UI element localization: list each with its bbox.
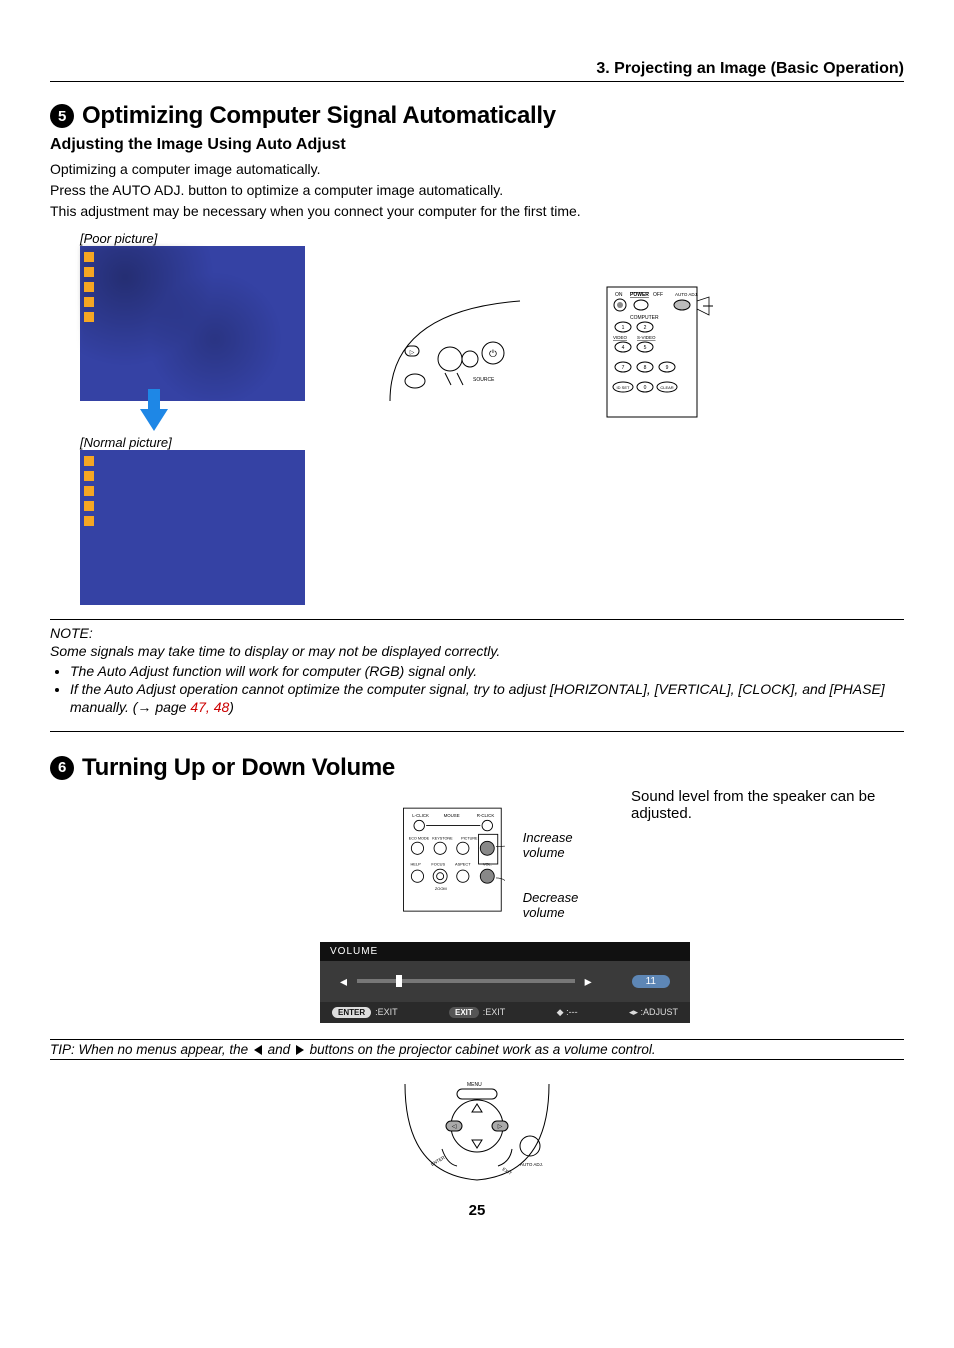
section-5-subheading: Adjusting the Image Using Auto Adjust: [50, 136, 904, 154]
svg-text:1: 1: [622, 325, 625, 331]
svg-text:◁: ◁: [452, 1124, 457, 1130]
volume-title: VOLUME: [320, 942, 690, 961]
note-bullet-2: If the Auto Adjust operation cannot opti…: [70, 680, 904, 716]
normal-picture: [80, 450, 305, 605]
svg-text:R-CLICK: R-CLICK: [477, 812, 495, 817]
page-number: 25: [50, 1202, 904, 1219]
page-link-47-48[interactable]: 47, 48: [190, 699, 229, 715]
section-6-intro: Sound level from the speaker can be adju…: [631, 788, 904, 822]
down-arrow-icon: [140, 409, 305, 431]
svg-text:VOL.: VOL.: [483, 861, 492, 866]
increase-volume-label: Increase volume: [523, 830, 611, 860]
vol-right-arrow-icon: ▸: [585, 973, 592, 990]
volume-slider: [357, 979, 575, 983]
projector-top-diagram: ▷ ⏻ SOURCE: [385, 291, 525, 411]
svg-text:VIDEO: VIDEO: [613, 335, 628, 340]
svg-text:8: 8: [644, 365, 647, 371]
badge-6: 6: [50, 756, 74, 780]
tip-line: TIP: When no menus appear, the and butto…: [50, 1039, 904, 1060]
svg-text:MOUSE: MOUSE: [444, 812, 460, 817]
poor-picture: [80, 246, 305, 401]
s5-p2: Press the AUTO ADJ. button to optimize a…: [50, 181, 904, 200]
svg-text:L-CLICK: L-CLICK: [412, 812, 429, 817]
svg-text:FOCUS: FOCUS: [431, 861, 445, 866]
volume-row: L-CLICK MOUSE R-CLICK ECO MODE KEYSTONE …: [400, 794, 611, 934]
manual-page: 3. Projecting an Image (Basic Operation)…: [0, 0, 954, 1348]
svg-text:5: 5: [644, 345, 647, 351]
note-block: NOTE: Some signals may take time to disp…: [50, 624, 904, 717]
svg-text:AUTO ADJ.: AUTO ADJ.: [675, 292, 698, 297]
svg-text:▷: ▷: [498, 1124, 503, 1130]
svg-text:S-VIDEO: S-VIDEO: [637, 335, 656, 340]
cabinet-control-diagram: MENU ◁ ▷ AUTO ADJ. ENTER EXIT: [402, 1074, 552, 1184]
svg-text:OFF: OFF: [653, 292, 663, 298]
poor-caption: [Poor picture]: [80, 231, 305, 246]
section-5-title: Optimizing Computer Signal Automatically: [82, 102, 556, 130]
remote-volume-diagram: L-CLICK MOUSE R-CLICK ECO MODE KEYSTONE …: [400, 794, 505, 934]
svg-text:4: 4: [622, 345, 625, 351]
svg-text:▷: ▷: [410, 350, 415, 356]
svg-text:2: 2: [644, 325, 647, 331]
section-5-body: Optimizing a computer image automaticall…: [50, 160, 904, 221]
note-rule-bottom: [50, 731, 904, 732]
badge-5: 5: [50, 104, 74, 128]
note-line1: Some signals may take time to display or…: [50, 642, 904, 660]
poornormal-col: [Poor picture] [Normal picture]: [50, 231, 305, 605]
svg-text:MENU: MENU: [467, 1082, 482, 1088]
svg-text:AUTO ADJ.: AUTO ADJ.: [520, 1162, 543, 1167]
svg-text:0: 0: [644, 385, 647, 391]
section-5-heading: 5 Optimizing Computer Signal Automatical…: [50, 102, 904, 130]
note-rule-top: [50, 619, 904, 620]
figure-row: [Poor picture] [Normal picture] ▷: [50, 231, 904, 605]
volume-value: 11: [632, 975, 670, 988]
svg-text:ID SET: ID SET: [617, 385, 630, 390]
svg-text:SOURCE: SOURCE: [473, 377, 495, 383]
left-triangle-icon: [254, 1045, 262, 1055]
svg-text:PICTURE: PICTURE: [461, 836, 478, 840]
svg-text:KEYSTONE: KEYSTONE: [432, 836, 453, 840]
s5-p1: Optimizing a computer image automaticall…: [50, 160, 904, 179]
decrease-volume-label: Decrease volume: [523, 890, 611, 920]
vol-left-arrow-icon: ◂: [340, 973, 347, 990]
right-triangle-icon: [296, 1045, 304, 1055]
svg-text:ZOOM: ZOOM: [435, 886, 447, 891]
remote-autoadj-diagram: ON POWER OFF AUTO ADJ. COMPUTER 1 2 VIDE…: [605, 281, 715, 421]
svg-text:ECO MODE: ECO MODE: [409, 836, 430, 840]
svg-text:ASPECT: ASPECT: [455, 861, 471, 866]
s5-p3: This adjustment may be necessary when yo…: [50, 202, 904, 221]
note-bullet-1: The Auto Adjust function will work for c…: [70, 662, 904, 680]
svg-text:POWER: POWER: [630, 292, 649, 298]
section-6-title: Turning Up or Down Volume: [82, 754, 395, 782]
svg-text:7: 7: [622, 365, 625, 371]
svg-text:HELP: HELP: [410, 861, 421, 866]
note-label: NOTE:: [50, 624, 904, 642]
svg-text:9: 9: [666, 365, 669, 371]
svg-text:CLEAR: CLEAR: [660, 385, 673, 390]
chapter-header: 3. Projecting an Image (Basic Operation): [50, 60, 904, 82]
normal-caption: [Normal picture]: [80, 435, 305, 450]
volume-side-labels: Increase volume Decrease volume: [523, 830, 611, 920]
volume-osd: VOLUME ◂ ▸ 11 ENTER:EXIT EXIT:EXIT ◆ :--…: [320, 942, 690, 1023]
svg-text:ENTER: ENTER: [430, 1154, 446, 1166]
svg-text:ON: ON: [615, 292, 623, 298]
svg-text:⏻: ⏻: [489, 349, 497, 360]
section-6-heading: 6 Turning Up or Down Volume: [50, 754, 904, 782]
svg-text:COMPUTER: COMPUTER: [630, 315, 659, 321]
